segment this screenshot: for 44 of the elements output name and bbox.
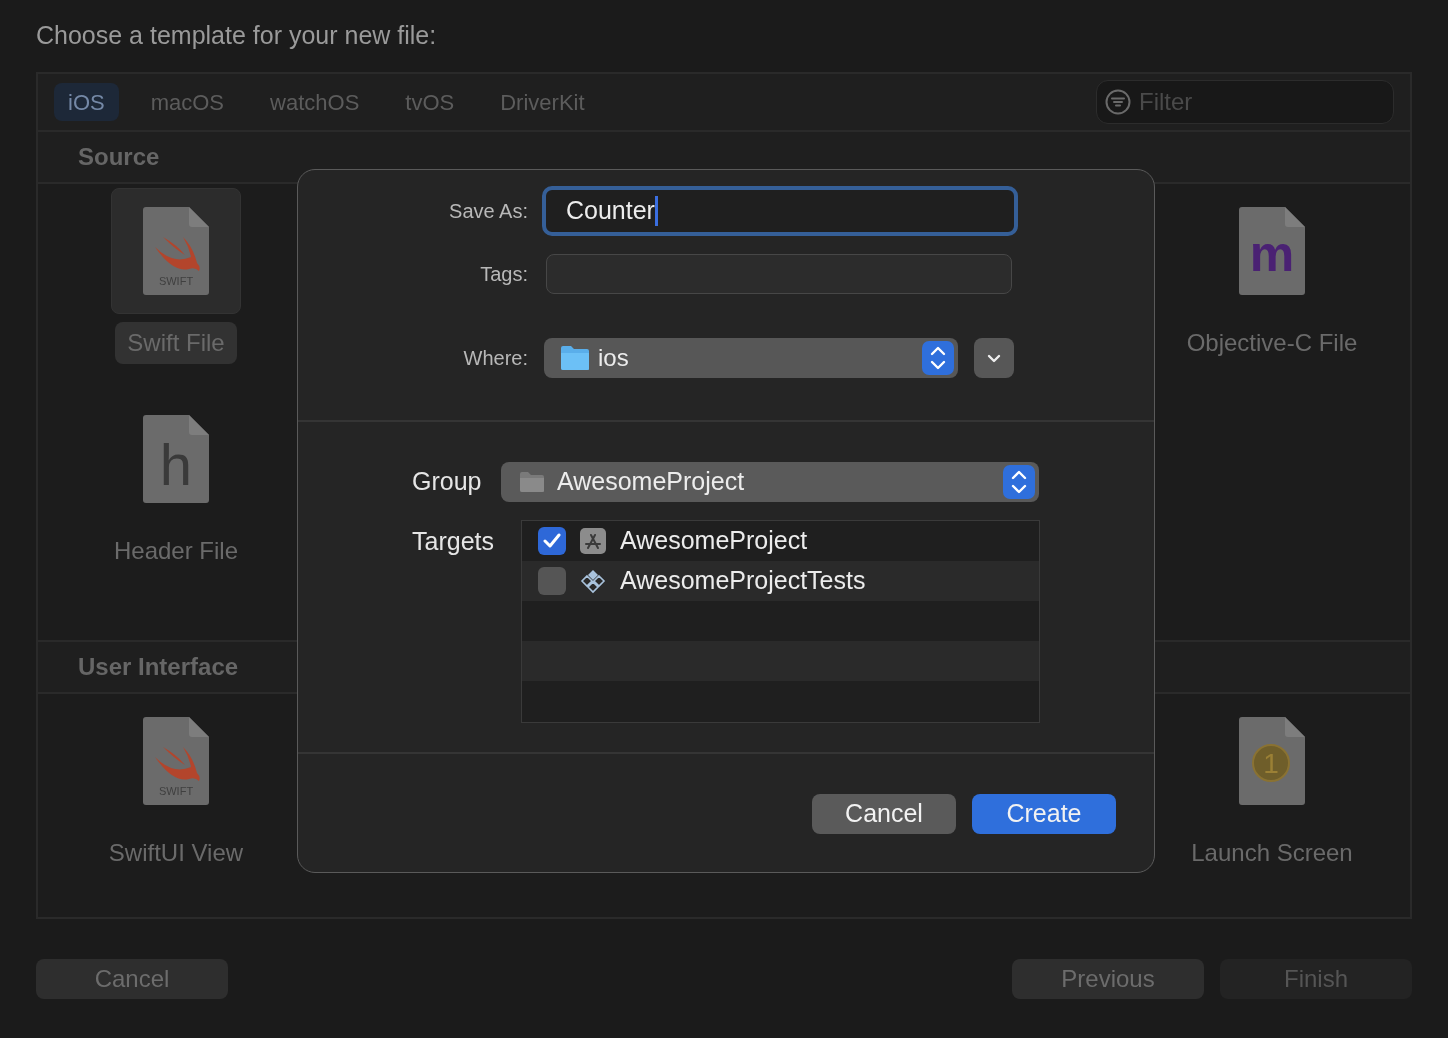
template-label: SwiftUI View bbox=[107, 838, 245, 868]
target-checkbox[interactable] bbox=[538, 567, 566, 595]
target-checkbox[interactable] bbox=[538, 527, 566, 555]
where-popup[interactable]: ios bbox=[544, 338, 958, 378]
template-label: Objective-C File bbox=[1185, 328, 1359, 358]
app-icon bbox=[580, 528, 606, 554]
group-popup[interactable]: AwesomeProject bbox=[501, 462, 1039, 502]
target-name: AwesomeProjectTests bbox=[620, 565, 866, 597]
template-label: Swift File bbox=[115, 322, 237, 364]
filter-icon bbox=[1105, 89, 1131, 115]
expand-button[interactable] bbox=[974, 338, 1014, 378]
save-as-field[interactable]: Counter bbox=[542, 186, 1018, 236]
platform-tab[interactable]: macOS bbox=[136, 83, 239, 121]
stepper-icon bbox=[922, 341, 954, 375]
platform-tab[interactable]: DriverKit bbox=[486, 83, 599, 121]
folder-icon bbox=[560, 345, 590, 371]
cancel-button[interactable]: Cancel bbox=[812, 794, 956, 834]
chevron-down-icon bbox=[987, 353, 1001, 363]
field-label: Save As: bbox=[448, 199, 528, 224]
field-label: Tags: bbox=[479, 262, 528, 287]
checkmark-icon bbox=[543, 533, 561, 549]
create-button[interactable]: Create bbox=[972, 794, 1116, 834]
group-label: Group bbox=[412, 466, 483, 498]
target-row[interactable]: AwesomeProject bbox=[522, 521, 1039, 561]
platform-tab[interactable]: iOS bbox=[54, 83, 119, 121]
tags-field[interactable] bbox=[546, 254, 1012, 294]
stepper-icon bbox=[1003, 465, 1035, 499]
footer-button[interactable]: Previous bbox=[1012, 958, 1204, 999]
template-label: Header File bbox=[112, 536, 240, 566]
section-header: User Interface bbox=[78, 652, 239, 682]
template-tile[interactable]: m bbox=[1207, 188, 1337, 314]
platform-tab[interactable]: tvOS bbox=[391, 83, 469, 121]
template-label: Launch Screen bbox=[1190, 838, 1354, 868]
platform-tab[interactable]: watchOS bbox=[256, 83, 374, 121]
footer-button[interactable]: Cancel bbox=[36, 958, 228, 999]
target-row[interactable]: AwesomeProjectTests bbox=[522, 561, 1039, 601]
targets-label: Targets bbox=[412, 526, 495, 557]
window-title: Choose a template for your new file: bbox=[36, 20, 437, 52]
diamonds-icon bbox=[580, 568, 606, 594]
field-label: Where: bbox=[462, 346, 528, 371]
objective-c-file-icon: m bbox=[1239, 207, 1305, 295]
section-header: Source bbox=[78, 142, 160, 172]
folder-icon bbox=[519, 471, 545, 493]
target-name: AwesomeProject bbox=[620, 525, 808, 557]
